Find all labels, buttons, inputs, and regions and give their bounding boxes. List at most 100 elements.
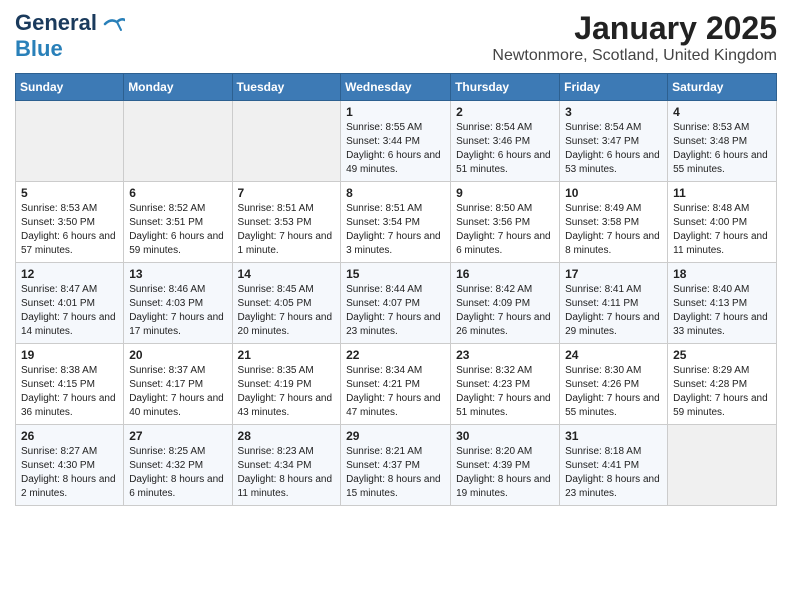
day-number: 20 <box>129 348 226 362</box>
header-friday: Friday <box>560 74 668 101</box>
day-number: 25 <box>673 348 771 362</box>
day-info: Sunrise: 8:37 AMSunset: 4:17 PMDaylight:… <box>129 364 226 420</box>
calendar-week-5: 26 Sunrise: 8:27 AMSunset: 4:30 PMDayligh… <box>16 425 777 506</box>
day-number: 27 <box>129 429 226 443</box>
calendar-cell: 29Sunrise: 8:21 AMSunset: 4:37 PMDayligh… <box>341 425 451 506</box>
calendar-cell: 3 Sunrise: 8:54 AMSunset: 3:47 PMDaylight… <box>560 101 668 182</box>
calendar-header-row: SundayMondayTuesdayWednesdayThursdayFrid… <box>16 74 777 101</box>
day-number: 12 <box>21 267 118 281</box>
calendar-cell <box>668 425 777 506</box>
day-info: Sunrise: 8:44 AMSunset: 4:07 PMDaylight:… <box>346 283 445 339</box>
day-number: 8 <box>346 186 445 200</box>
calendar-cell: 9Sunrise: 8:50 AMSunset: 3:56 PMDaylight… <box>451 182 560 263</box>
logo-blue-text: Blue <box>15 36 63 61</box>
day-info: Sunrise: 8:32 AMSunset: 4:23 PMDaylight:… <box>456 364 554 420</box>
calendar-cell: 14 Sunrise: 8:45 AMSunset: 4:05 PMDayligh… <box>232 263 341 344</box>
day-info: Sunrise: 8:23 AMSunset: 4:34 PMDaylight:… <box>238 445 336 501</box>
calendar-week-2: 5 Sunrise: 8:53 AMSunset: 3:50 PMDaylight… <box>16 182 777 263</box>
day-info: Sunrise: 8:41 AMSunset: 4:11 PMDaylight:… <box>565 283 662 339</box>
header-saturday: Saturday <box>668 74 777 101</box>
day-info: Sunrise: 8:49 AMSunset: 3:58 PMDaylight:… <box>565 202 662 258</box>
day-info: Sunrise: 8:42 AMSunset: 4:09 PMDaylight:… <box>456 283 554 339</box>
calendar-cell: 22 Sunrise: 8:34 AMSunset: 4:21 PMDayligh… <box>341 344 451 425</box>
day-number: 11 <box>673 186 771 200</box>
day-info: Sunrise: 8:54 AMSunset: 3:46 PMDaylight:… <box>456 121 554 177</box>
day-info: Sunrise: 8:46 AMSunset: 4:03 PMDaylight:… <box>129 283 226 339</box>
day-info: Sunrise: 8:51 AMSunset: 3:54 PMDaylight:… <box>346 202 445 258</box>
day-info: Sunrise: 8:30 AMSunset: 4:26 PMDaylight:… <box>565 364 662 420</box>
calendar-cell: 31 Sunrise: 8:18 AMSunset: 4:41 PMDayligh… <box>560 425 668 506</box>
day-number: 18 <box>673 267 771 281</box>
day-info: Sunrise: 8:35 AMSunset: 4:19 PMDaylight:… <box>238 364 336 420</box>
header-thursday: Thursday <box>451 74 560 101</box>
calendar-cell: 21 Sunrise: 8:35 AMSunset: 4:19 PMDayligh… <box>232 344 341 425</box>
day-info: Sunrise: 8:51 AMSunset: 3:53 PMDaylight:… <box>238 202 336 258</box>
day-number: 13 <box>129 267 226 281</box>
day-number: 4 <box>673 105 771 119</box>
title-block: January 2025 Newtonmore, Scotland, Unite… <box>492 10 777 65</box>
day-info: Sunrise: 8:25 AMSunset: 4:32 PMDaylight:… <box>129 445 226 501</box>
day-number: 5 <box>21 186 118 200</box>
day-info: Sunrise: 8:40 AMSunset: 4:13 PMDaylight:… <box>673 283 771 339</box>
calendar-cell: 18 Sunrise: 8:40 AMSunset: 4:13 PMDayligh… <box>668 263 777 344</box>
day-number: 31 <box>565 429 662 443</box>
day-info: Sunrise: 8:34 AMSunset: 4:21 PMDaylight:… <box>346 364 445 420</box>
main-title: January 2025 <box>492 10 777 47</box>
calendar-cell: 20 Sunrise: 8:37 AMSunset: 4:17 PMDayligh… <box>124 344 232 425</box>
day-number: 21 <box>238 348 336 362</box>
day-info: Sunrise: 8:53 AMSunset: 3:50 PMDaylight:… <box>21 202 118 258</box>
calendar-cell: 24 Sunrise: 8:30 AMSunset: 4:26 PMDayligh… <box>560 344 668 425</box>
day-info: Sunrise: 8:54 AMSunset: 3:47 PMDaylight:… <box>565 121 662 177</box>
calendar-cell: 7 Sunrise: 8:51 AMSunset: 3:53 PMDaylight… <box>232 182 341 263</box>
day-info: Sunrise: 8:18 AMSunset: 4:41 PMDaylight:… <box>565 445 662 501</box>
calendar-cell: 30 Sunrise: 8:20 AMSunset: 4:39 PMDayligh… <box>451 425 560 506</box>
day-number: 17 <box>565 267 662 281</box>
header-sunday: Sunday <box>16 74 124 101</box>
day-info: Sunrise: 8:48 AMSunset: 4:00 PMDaylight:… <box>673 202 771 258</box>
day-number: 1 <box>346 105 445 119</box>
day-info: Sunrise: 8:47 AMSunset: 4:01 PMDaylight:… <box>21 283 118 339</box>
calendar-table: SundayMondayTuesdayWednesdayThursdayFrid… <box>15 73 777 506</box>
calendar-cell: 27 Sunrise: 8:25 AMSunset: 4:32 PMDayligh… <box>124 425 232 506</box>
calendar-week-1: 1 Sunrise: 8:55 AMSunset: 3:44 PMDaylight… <box>16 101 777 182</box>
day-number: 29 <box>346 429 445 443</box>
day-number: 7 <box>238 186 336 200</box>
calendar-cell <box>124 101 232 182</box>
calendar-cell: 19Sunrise: 8:38 AMSunset: 4:15 PMDayligh… <box>16 344 124 425</box>
day-info: Sunrise: 8:53 AMSunset: 3:48 PMDaylight:… <box>673 121 771 177</box>
header-tuesday: Tuesday <box>232 74 341 101</box>
day-info: Sunrise: 8:20 AMSunset: 4:39 PMDaylight:… <box>456 445 554 501</box>
calendar-cell <box>16 101 124 182</box>
calendar-cell: 5 Sunrise: 8:53 AMSunset: 3:50 PMDaylight… <box>16 182 124 263</box>
day-info: Sunrise: 8:27 AMSunset: 4:30 PMDaylight:… <box>21 445 118 501</box>
day-number: 30 <box>456 429 554 443</box>
calendar-week-4: 19Sunrise: 8:38 AMSunset: 4:15 PMDayligh… <box>16 344 777 425</box>
logo-bird-icon <box>103 16 125 32</box>
day-info: Sunrise: 8:45 AMSunset: 4:05 PMDaylight:… <box>238 283 336 339</box>
day-info: Sunrise: 8:38 AMSunset: 4:15 PMDaylight:… <box>21 364 118 420</box>
day-info: Sunrise: 8:29 AMSunset: 4:28 PMDaylight:… <box>673 364 771 420</box>
day-number: 22 <box>346 348 445 362</box>
calendar-cell: 26 Sunrise: 8:27 AMSunset: 4:30 PMDayligh… <box>16 425 124 506</box>
calendar-week-3: 12 Sunrise: 8:47 AMSunset: 4:01 PMDayligh… <box>16 263 777 344</box>
calendar-cell: 16Sunrise: 8:42 AMSunset: 4:09 PMDayligh… <box>451 263 560 344</box>
day-number: 24 <box>565 348 662 362</box>
calendar-cell: 6Sunrise: 8:52 AMSunset: 3:51 PMDaylight… <box>124 182 232 263</box>
day-info: Sunrise: 8:55 AMSunset: 3:44 PMDaylight:… <box>346 121 445 177</box>
day-number: 23 <box>456 348 554 362</box>
header-monday: Monday <box>124 74 232 101</box>
calendar-cell: 25 Sunrise: 8:29 AMSunset: 4:28 PMDayligh… <box>668 344 777 425</box>
calendar-cell: 1 Sunrise: 8:55 AMSunset: 3:44 PMDaylight… <box>341 101 451 182</box>
calendar-cell: 15Sunrise: 8:44 AMSunset: 4:07 PMDayligh… <box>341 263 451 344</box>
subtitle: Newtonmore, Scotland, United Kingdom <box>492 47 777 65</box>
logo-text: General <box>15 10 125 36</box>
page-header: General Blue January 2025 Newtonmore, Sc… <box>15 10 777 65</box>
day-number: 3 <box>565 105 662 119</box>
calendar-cell: 10Sunrise: 8:49 AMSunset: 3:58 PMDayligh… <box>560 182 668 263</box>
day-number: 26 <box>21 429 118 443</box>
day-number: 14 <box>238 267 336 281</box>
header-wednesday: Wednesday <box>341 74 451 101</box>
calendar-cell: 4 Sunrise: 8:53 AMSunset: 3:48 PMDaylight… <box>668 101 777 182</box>
calendar-cell: 8 Sunrise: 8:51 AMSunset: 3:54 PMDaylight… <box>341 182 451 263</box>
calendar-cell: 17 Sunrise: 8:41 AMSunset: 4:11 PMDayligh… <box>560 263 668 344</box>
